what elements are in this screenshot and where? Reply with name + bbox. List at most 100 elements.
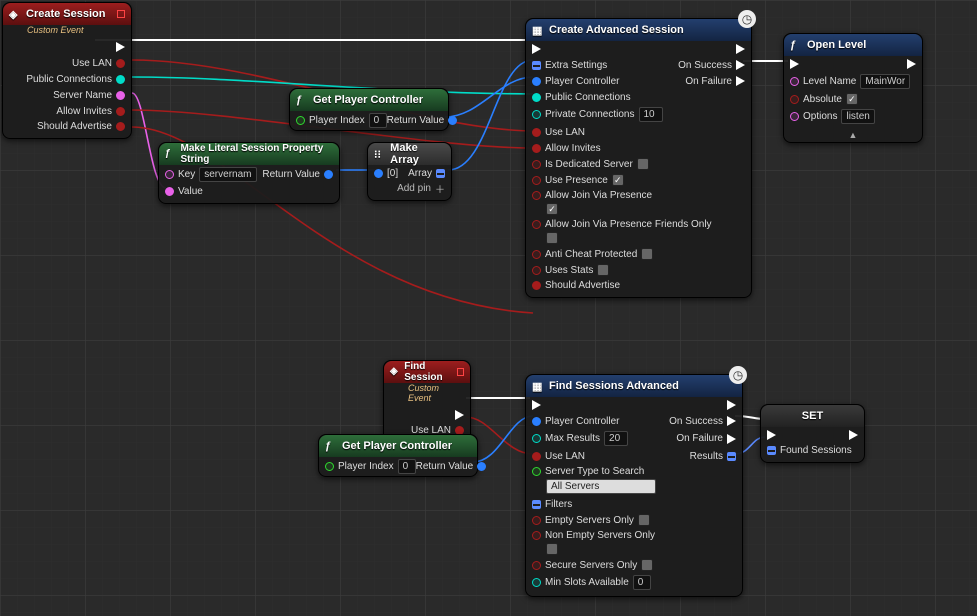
use-presence-pin[interactable] — [532, 176, 541, 185]
exec-out-pin[interactable] — [727, 400, 736, 410]
on-success-pin[interactable] — [727, 416, 736, 426]
empty-only-checkbox[interactable] — [638, 514, 650, 526]
exec-in-pin[interactable] — [790, 59, 799, 69]
allow-join-friends-pin[interactable] — [532, 220, 541, 229]
private-connections-pin[interactable] — [532, 110, 541, 119]
pin-label: Player Controller — [545, 416, 619, 427]
options-input[interactable] — [841, 109, 875, 124]
use-lan-pin[interactable] — [532, 452, 541, 461]
non-empty-only-checkbox[interactable] — [546, 543, 558, 555]
return-value-pin[interactable] — [477, 462, 486, 471]
server-name-pin[interactable] — [116, 91, 125, 100]
exec-in-pin[interactable] — [767, 430, 776, 440]
node-open-level[interactable]: ƒOpen Level Level Name Absolute Options … — [783, 33, 923, 143]
is-dedicated-checkbox[interactable] — [637, 158, 649, 170]
found-sessions-pin[interactable] — [767, 446, 776, 455]
node-get-player-controller-1[interactable]: ƒGet Player Controller Player Index Retu… — [289, 88, 449, 131]
use-lan-pin[interactable] — [116, 59, 125, 68]
collapse-arrow-icon[interactable]: ▲ — [784, 128, 922, 142]
filters-pin[interactable] — [532, 500, 541, 509]
allow-join-friends-checkbox[interactable] — [546, 232, 558, 244]
public-connections-pin[interactable] — [532, 93, 541, 102]
max-results-pin[interactable] — [532, 434, 541, 443]
node-set-found-sessions[interactable]: SET Found Sessions — [760, 404, 865, 463]
pin-label: Non Empty Servers Only — [545, 530, 655, 541]
pin-label: Use LAN — [72, 58, 112, 69]
should-advertise-pin[interactable] — [532, 281, 541, 290]
array-out-pin[interactable] — [436, 169, 445, 178]
pin-label: Private Connections — [545, 109, 635, 120]
is-dedicated-pin[interactable] — [532, 160, 541, 169]
empty-only-pin[interactable] — [532, 516, 541, 525]
should-advertise-pin[interactable] — [116, 122, 125, 131]
player-index-pin[interactable] — [296, 116, 305, 125]
array-0-pin[interactable] — [374, 169, 383, 178]
player-index-input[interactable] — [369, 113, 387, 128]
pin-label: Value — [178, 186, 203, 197]
return-value-pin[interactable] — [324, 170, 333, 179]
pin-label: Allow Invites — [56, 106, 112, 117]
exec-out-pin[interactable] — [736, 44, 745, 54]
function-icon: ▦ — [532, 24, 544, 36]
absolute-checkbox[interactable] — [846, 93, 858, 105]
node-find-session[interactable]: ◈Find Session Custom Event Use LAN — [383, 360, 471, 443]
level-name-input[interactable] — [860, 74, 910, 89]
node-find-sessions-advanced[interactable]: ◷ ▦Find Sessions Advanced Player Control… — [525, 374, 743, 597]
player-controller-pin[interactable] — [532, 417, 541, 426]
exec-in-pin[interactable] — [532, 44, 541, 54]
extra-settings-pin[interactable] — [532, 61, 541, 70]
secure-only-pin[interactable] — [532, 561, 541, 570]
use-lan-pin[interactable] — [532, 128, 541, 137]
add-pin-button[interactable]: Add pin＋ — [368, 181, 451, 200]
value-pin[interactable] — [165, 187, 174, 196]
uses-stats-checkbox[interactable] — [597, 264, 609, 276]
secure-only-checkbox[interactable] — [641, 559, 653, 571]
uses-stats-pin[interactable] — [532, 266, 541, 275]
node-make-literal-session-property[interactable]: ƒMake Literal Session Property String Ke… — [158, 142, 340, 204]
pin-label: Level Name — [803, 76, 856, 87]
pin-label: Options — [803, 111, 837, 122]
node-create-advanced-session[interactable]: ◷ ▦Create Advanced Session Extra Setting… — [525, 18, 752, 298]
exec-out-pin[interactable] — [116, 42, 125, 52]
exec-out-pin[interactable] — [849, 430, 858, 440]
on-failure-pin[interactable] — [727, 434, 736, 444]
pin-label: On Success — [669, 416, 723, 427]
player-index-pin[interactable] — [325, 462, 334, 471]
allow-invites-pin[interactable] — [532, 144, 541, 153]
allow-join-presence-checkbox[interactable] — [546, 203, 558, 215]
node-create-session[interactable]: ◈ Create Session Custom Event Use LAN Pu… — [2, 2, 132, 139]
level-name-pin[interactable] — [790, 77, 799, 86]
absolute-pin[interactable] — [790, 95, 799, 104]
node-title: ◈ Create Session — [3, 3, 131, 25]
public-connections-pin[interactable] — [116, 75, 125, 84]
exec-out-pin[interactable] — [907, 59, 916, 69]
allow-join-presence-pin[interactable] — [532, 191, 541, 200]
delegate-pin[interactable] — [117, 10, 125, 18]
exec-out-pin[interactable] — [455, 410, 464, 420]
max-results-input[interactable] — [604, 431, 628, 446]
options-pin[interactable] — [790, 112, 799, 121]
allow-invites-pin[interactable] — [116, 107, 125, 116]
anti-cheat-checkbox[interactable] — [641, 248, 653, 260]
on-failure-pin[interactable] — [736, 76, 745, 86]
min-slots-input[interactable] — [633, 575, 651, 590]
non-empty-only-pin[interactable] — [532, 531, 541, 540]
min-slots-pin[interactable] — [532, 578, 541, 587]
anti-cheat-pin[interactable] — [532, 250, 541, 259]
delegate-pin[interactable] — [457, 368, 464, 376]
server-type-select[interactable]: All Servers — [546, 479, 656, 494]
on-success-pin[interactable] — [736, 60, 745, 70]
player-index-input[interactable] — [398, 459, 416, 474]
key-input[interactable] — [199, 167, 257, 182]
exec-in-pin[interactable] — [532, 400, 541, 410]
return-value-pin[interactable] — [448, 116, 457, 125]
node-get-player-controller-2[interactable]: ƒGet Player Controller Player Index Retu… — [318, 434, 478, 477]
results-pin[interactable] — [727, 452, 736, 461]
node-make-array[interactable]: ⁝⁝Make Array [0] Array Add pin＋ — [367, 142, 452, 201]
server-type-pin[interactable] — [532, 467, 541, 476]
key-pin[interactable] — [165, 170, 174, 179]
function-icon: ƒ — [325, 440, 337, 452]
private-connections-input[interactable] — [639, 107, 663, 122]
player-controller-pin[interactable] — [532, 77, 541, 86]
use-presence-checkbox[interactable] — [612, 174, 624, 186]
